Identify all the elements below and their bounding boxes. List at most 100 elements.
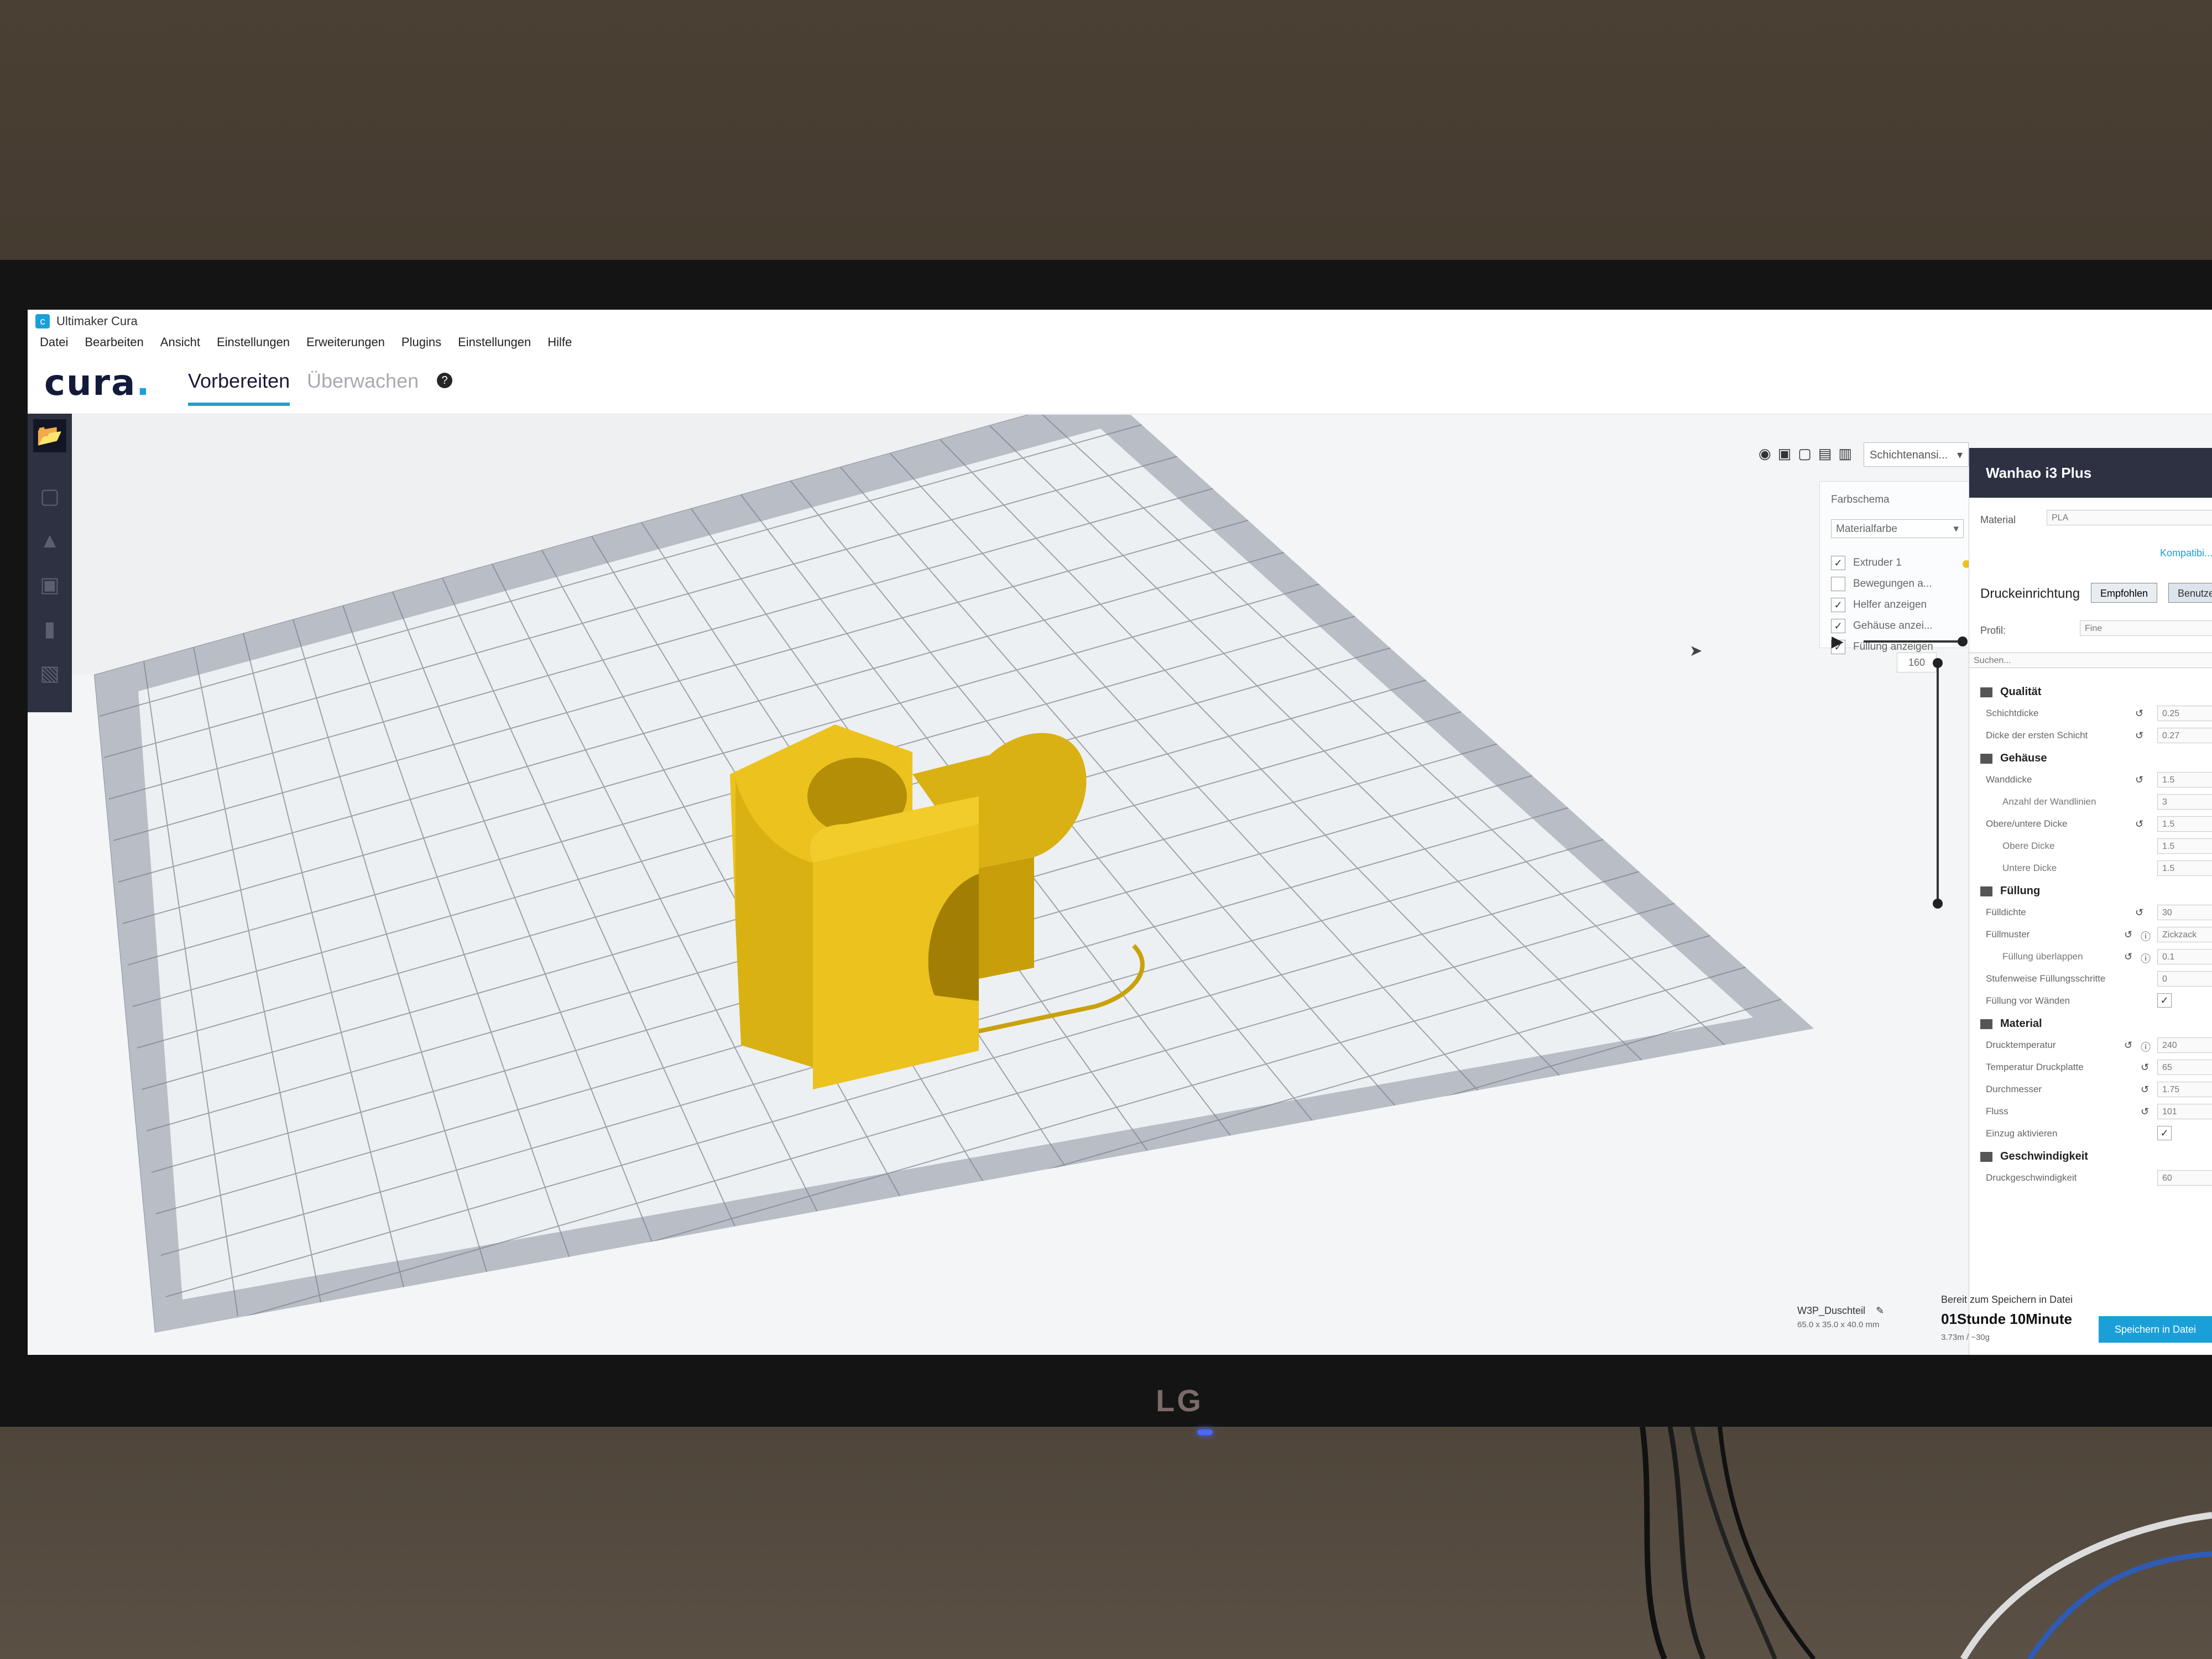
settings-search-input[interactable]: Suchen...: [1969, 653, 2212, 668]
infill-overlap-label: Füllung überlappen: [2002, 951, 2083, 962]
reset-icon[interactable]: ↺: [2141, 1062, 2149, 1073]
top-thickness-input[interactable]: 1.5: [2157, 838, 2212, 854]
section-quality[interactable]: Qualität: [1980, 686, 2041, 698]
open-file-icon[interactable]: 📂: [33, 419, 66, 452]
recommended-mode-button[interactable]: Empfohlen: [2091, 583, 2158, 603]
print-speed-input[interactable]: 60: [2157, 1170, 2212, 1186]
reset-icon[interactable]: ↺: [2135, 774, 2143, 786]
bottom-thickness-input[interactable]: 1.5: [2157, 860, 2212, 876]
cables: [1640, 1427, 2212, 1659]
print-temp-input[interactable]: 240: [2157, 1037, 2212, 1053]
view-front-icon[interactable]: ▣: [1778, 445, 1792, 467]
slice-status: Bereit zum Speichern in Datei: [1941, 1294, 2073, 1305]
infill-pattern-dropdown[interactable]: Zickzack: [2157, 927, 2212, 942]
checkbox-extruder-1[interactable]: ✓: [1831, 556, 1845, 570]
infill-before-walls-checkbox[interactable]: ✓: [2157, 993, 2172, 1008]
checkbox-show-infill-label: Füllung anzeigen: [1853, 641, 1933, 653]
3d-viewport[interactable]: [72, 415, 1924, 1355]
section-speed[interactable]: Geschwindigkeit: [1980, 1150, 2088, 1163]
infill-before-walls-label: Füllung vor Wänden: [1986, 995, 2070, 1006]
cura-logo: cura.: [44, 363, 151, 404]
tab-monitor[interactable]: Überwachen: [307, 369, 419, 403]
custom-mode-button[interactable]: Benutzer...: [2168, 583, 2212, 603]
menu-plugins[interactable]: Plugins: [401, 335, 441, 349]
wall-lines-label: Anzahl der Wandlinien: [2002, 796, 2096, 807]
diameter-label: Durchmesser: [1986, 1084, 2042, 1094]
checkbox-show-travels[interactable]: [1831, 577, 1845, 591]
quality-icon: [1980, 687, 1992, 697]
machine-selector[interactable]: Wanhao i3 Plus: [1969, 448, 2212, 498]
print-temp-label: Drucktemperatur: [1986, 1040, 2056, 1050]
info-icon[interactable]: ⓘ: [2141, 929, 2151, 943]
reset-icon[interactable]: ↺: [2135, 818, 2143, 830]
layer-bottom-handle[interactable]: [1933, 899, 1943, 909]
infill-density-input[interactable]: 30: [2157, 905, 2212, 920]
menu-help[interactable]: Hilfe: [547, 335, 572, 349]
bed-temp-input[interactable]: 65: [2157, 1060, 2212, 1075]
menu-edit[interactable]: Bearbeiten: [85, 335, 143, 349]
menu-file[interactable]: Datei: [40, 335, 68, 349]
reset-icon[interactable]: ↺: [2124, 1040, 2132, 1051]
view-right-icon[interactable]: ▥: [1838, 445, 1852, 467]
scale-tool-icon[interactable]: ▲: [33, 524, 66, 557]
menu-view[interactable]: Ansicht: [160, 335, 200, 349]
initial-layer-input[interactable]: 0.27: [2157, 728, 2212, 743]
section-shell[interactable]: Gehäuse: [1980, 752, 2047, 765]
gradual-infill-input[interactable]: 0: [2157, 971, 2212, 987]
save-to-file-button[interactable]: Speichern in Datei: [2099, 1316, 2212, 1343]
layer-number-input[interactable]: 160: [1897, 653, 1937, 672]
material-dropdown[interactable]: PLA: [2047, 510, 2212, 525]
reset-icon[interactable]: ↺: [2135, 730, 2143, 742]
section-material[interactable]: Material: [1980, 1018, 2042, 1030]
view-top-icon[interactable]: ▢: [1798, 445, 1812, 467]
wall-lines-input[interactable]: 3: [2157, 794, 2212, 810]
rotate-tool-icon[interactable]: ▣: [33, 568, 66, 602]
layer-height-input[interactable]: 0.25: [2157, 706, 2212, 721]
layer-top-handle[interactable]: [1933, 658, 1943, 668]
info-icon[interactable]: ⓘ: [2141, 951, 2151, 966]
per-model-settings-icon[interactable]: ▧: [33, 657, 66, 690]
infill-overlap-input[interactable]: 0.1: [2157, 949, 2212, 964]
section-infill-label: Füllung: [2000, 885, 2041, 897]
top-bottom-input[interactable]: 1.5: [2157, 816, 2212, 832]
retraction-checkbox[interactable]: ✓: [2157, 1126, 2172, 1140]
reset-icon[interactable]: ↺: [2124, 951, 2132, 963]
reset-icon[interactable]: ↺: [2135, 708, 2143, 719]
move-tool-icon[interactable]: ▢: [33, 480, 66, 513]
initial-layer-label: Dicke der ersten Schicht: [1986, 730, 2088, 740]
menu-settings[interactable]: Einstellungen: [217, 335, 290, 349]
diameter-input[interactable]: 1.75: [2157, 1082, 2212, 1097]
chevron-down-icon: ▾: [1953, 523, 1959, 535]
tab-prepare[interactable]: Vorbereiten: [188, 369, 290, 406]
mirror-tool-icon[interactable]: ▮: [33, 613, 66, 646]
menu-extensions[interactable]: Erweiterungen: [306, 335, 385, 349]
reset-icon[interactable]: ↺: [2124, 929, 2132, 941]
section-infill[interactable]: Füllung: [1980, 885, 2040, 898]
checkbox-show-shell[interactable]: ✓: [1831, 619, 1845, 633]
window-title: Ultimaker Cura: [56, 314, 138, 328]
menu-preferences[interactable]: Einstellungen: [458, 335, 531, 349]
view-left-icon[interactable]: ▤: [1818, 445, 1832, 467]
color-scheme-dropdown[interactable]: Materialfarbe ▾: [1831, 519, 1964, 538]
help-icon[interactable]: ?: [437, 373, 452, 388]
compatibility-link[interactable]: Kompatibi...: [2160, 547, 2212, 559]
edit-pencil-icon[interactable]: ✎: [1876, 1305, 1884, 1316]
view-3d-icon[interactable]: ◉: [1759, 445, 1771, 467]
reset-icon[interactable]: ↺: [2135, 907, 2143, 919]
reset-icon[interactable]: ↺: [2141, 1106, 2149, 1118]
view-mode-dropdown[interactable]: Schichtenansi... ▾: [1864, 442, 1969, 467]
checkbox-show-helpers[interactable]: ✓: [1831, 598, 1845, 612]
play-icon[interactable]: ▶: [1832, 632, 1844, 650]
profile-dropdown[interactable]: Fine: [2080, 620, 2212, 636]
layer-horizontal-slider[interactable]: [1864, 640, 1963, 643]
header: cura. Vorbereiten Überwachen ?: [28, 353, 2212, 414]
flow-input[interactable]: 101: [2157, 1104, 2212, 1119]
wall-thickness-input[interactable]: 1.5: [2157, 772, 2212, 787]
slider-handle[interactable]: [1958, 637, 1968, 646]
layer-vertical-slider[interactable]: [1937, 664, 1939, 901]
mouse-cursor-icon: ➤: [1689, 642, 1703, 659]
reset-icon[interactable]: ↺: [2141, 1084, 2149, 1095]
shell-icon: [1980, 753, 1992, 764]
top-thickness-label: Obere Dicke: [2002, 841, 2055, 851]
info-icon[interactable]: ⓘ: [2141, 1040, 2151, 1054]
